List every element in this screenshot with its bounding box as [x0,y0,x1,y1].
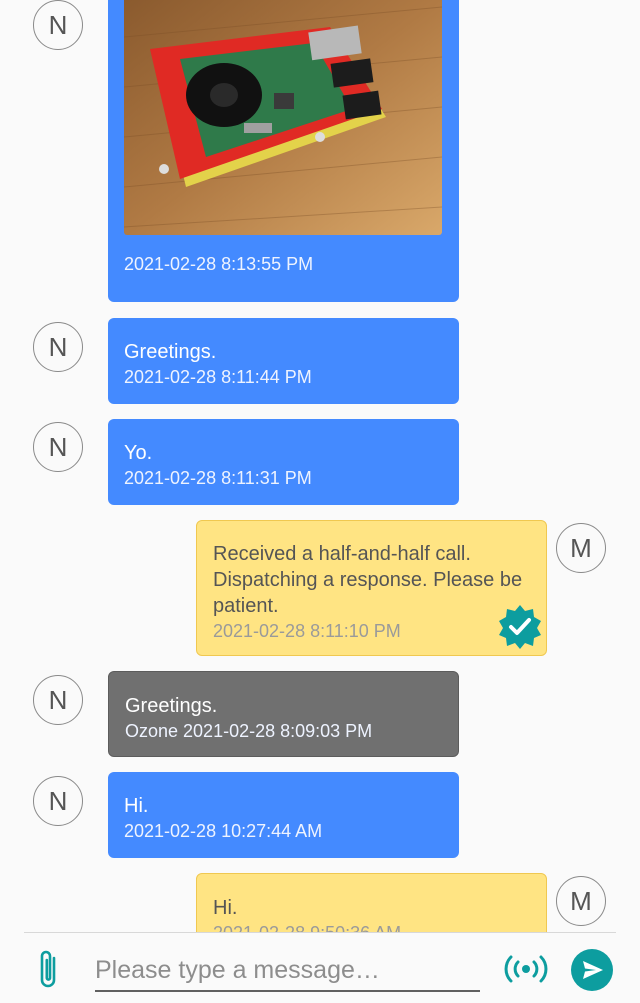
raspberry-pi-photo [124,0,442,235]
photo-message-bubble[interactable]: 2021-02-28 8:13:55 PM [108,0,459,302]
message-photo[interactable] [124,0,442,235]
message-timestamp: 2021-02-28 8:11:31 PM [124,468,312,488]
avatar[interactable]: N [33,0,83,50]
avatar[interactable]: N [33,776,83,826]
send-button[interactable] [571,949,613,991]
incoming-message-bubble[interactable]: Yo. 2021-02-28 8:11:31 PM [108,419,459,505]
system-message-bubble[interactable]: Greetings. Ozone 2021-02-28 8:09:03 PM [108,671,459,757]
message-text: Hi. [213,897,238,919]
send-icon [583,961,603,979]
incoming-message-bubble[interactable]: Greetings. 2021-02-28 8:11:44 PM [108,318,459,404]
avatar-initial: N [48,431,68,462]
paperclip-icon[interactable] [34,948,62,992]
avatar[interactable]: N [33,322,83,372]
broadcast-icon[interactable] [503,954,549,984]
message-list[interactable]: N 2021-02-28 8:13:55 PM N Greetings. 202… [0,0,640,932]
message-timestamp: 2021-02-28 10:27:44 AM [124,821,323,841]
avatar[interactable]: M [556,523,606,573]
avatar-initial: N [48,9,68,40]
message-timestamp: Ozone 2021-02-28 8:09:03 PM [125,721,373,741]
avatar[interactable]: M [556,876,606,926]
verified-check-icon [499,605,541,649]
message-timestamp: 2021-02-28 8:11:44 PM [124,367,312,387]
avatar-initial: M [570,532,592,563]
avatar-initial: N [48,331,68,362]
avatar-initial: M [570,885,592,916]
message-timestamp: 2021-02-28 8:11:10 PM [213,621,401,641]
composer-divider [24,932,616,933]
outgoing-message-bubble[interactable]: Hi. 2021-02-28 9:50:36 AM [196,873,547,932]
incoming-message-bubble[interactable]: Hi. 2021-02-28 10:27:44 AM [108,772,459,858]
message-timestamp: 2021-02-28 9:50:36 AM [213,921,530,932]
message-input[interactable] [95,950,480,992]
outgoing-message-bubble[interactable]: Received a half-and-half call. Dispatchi… [196,520,547,656]
avatar[interactable]: N [33,675,83,725]
message-text: Yo. [124,442,153,464]
message-text: Greetings. [124,341,217,363]
message-timestamp: 2021-02-28 8:13:55 PM [124,254,314,274]
message-text: Received a half-and-half call. Dispatchi… [213,543,523,617]
message-text: Hi. [124,795,149,817]
avatar-initial: N [48,684,68,715]
message-composer [0,932,640,1003]
avatar-initial: N [48,785,68,816]
chat-screen: N 2021-02-28 8:13:55 PM N Greetings. 202… [0,0,640,1003]
message-text: Greetings. [125,695,218,717]
avatar[interactable]: N [33,422,83,472]
